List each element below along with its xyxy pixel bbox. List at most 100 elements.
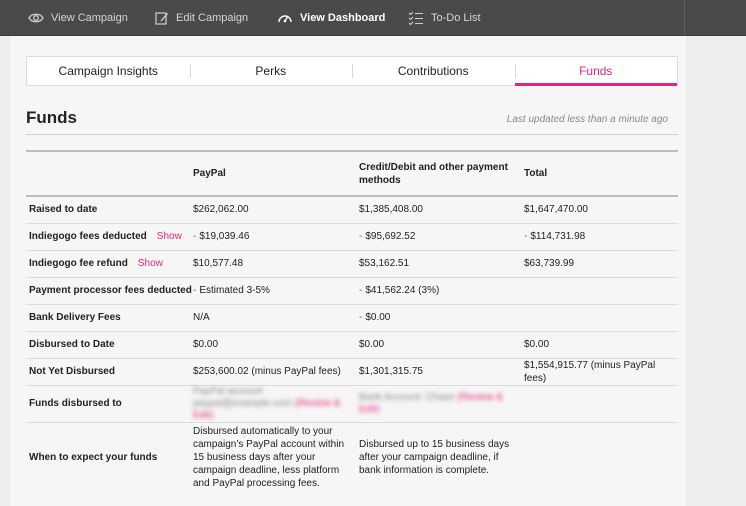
header-paypal: PayPal [193,168,226,179]
when-paypal-line: campaign deadline, less platform [193,464,340,476]
cell-bank-paypal: N/A [193,312,210,323]
cell-fees-paypal: $19,039.46 [199,231,250,242]
row-label-when: When to expect your funds [29,451,158,463]
table-row-processor: Payment processor fees deducted - Estimat… [26,277,678,304]
cell-fees-credit-cell: - $95,692.52 [359,223,524,250]
row-label-disbursed-to: Funds disbursed to [29,398,122,409]
edit-icon [155,11,169,25]
bank-account-line1: Bank Account: Chase [359,391,455,403]
minus-icon: - [193,231,197,242]
topbar-divider [684,0,685,36]
table-row-bank: Bank Delivery Fees N/A - $0.00 [26,304,678,331]
when-credit-line: bank information is complete. [359,464,490,476]
table-row-when: When to expect your funds Disbursed auto… [26,422,678,492]
tab-funds[interactable]: Funds [514,57,678,86]
table-row-not-yet: Not Yet Disbursed $253,600.02 (minus Pay… [26,358,678,385]
row-label-fees-cell: Indiegogo fees deducted Show [26,223,193,250]
cell-refund-total: $63,739.99 [524,258,575,269]
view-dashboard-label: View Dashboard [300,11,386,24]
table-row-refund: Indiegogo fee refund Show $10,577.48 $53,… [26,250,678,277]
cell-refund-credit: $53,162.51 [359,258,410,269]
bank-account-redacted: Bank Account: Chase (Review & Edit) [359,392,524,416]
row-label-refund-cell: Indiegogo fee refund Show [26,250,193,277]
cell-processor-credit: $41,562.24 (3%) [365,285,440,296]
cell-disbursed-paypal: $0.00 [193,339,219,350]
cell-bank-credit: $0.00 [365,312,391,323]
cell-disbursed-credit: $0.00 [359,339,385,350]
cell-bank-credit-cell: - $0.00 [359,304,524,331]
tab-campaign-insights[interactable]: Campaign Insights [27,57,190,85]
cell-when-paypal: Disbursed automatically to your campaign… [193,422,359,492]
tab-perks[interactable]: Perks [189,57,353,85]
cell-fees-total: $114,731.98 [530,231,586,242]
table-header-row: PayPal Credit/Debit and other payment me… [26,151,678,196]
page-title: Funds [26,108,77,127]
header-empty [26,151,193,196]
cell-disbursed-total: $0.00 [524,339,550,350]
row-label-refund: Indiegogo fee refund [29,258,128,269]
view-campaign-label: View Campaign [51,11,128,24]
when-paypal-line: campaign’s PayPal account within [193,438,345,450]
view-dashboard-link[interactable]: View Dashboard [277,0,385,35]
cell-raised-total: $1,647,470.00 [524,204,588,216]
paypal-account-line1: PayPal account [193,385,263,397]
when-paypal-line: and PayPal processing fees. [193,477,320,489]
minus-icon: - [359,312,363,323]
top-nav-bar: View Campaign Edit Campaign View Dashboa… [0,0,746,36]
dashboard-tabs: Campaign Insights Perks Contributions Fu… [26,56,678,86]
header-total: Total [524,168,548,179]
view-campaign-link[interactable]: View Campaign [28,0,128,35]
cell-raised-credit: $1,385,408.00 [359,204,423,216]
row-label-processor: Payment processor fees deducted [29,285,192,296]
eye-icon [28,12,44,24]
row-label-raised: Raised to date [29,204,98,216]
cell-disbursed-to-paypal: PayPal account paypal@example.com (Revie… [193,385,359,422]
row-label-disbursed: Disbursed to Date [29,339,115,350]
last-updated-text: Last updated less than a minute ago [506,114,668,125]
cell-when-total [524,422,678,492]
dashboard-gauge-icon [277,11,293,25]
table-row-raised: Raised to date $262,062.00 $1,385,408.00… [26,196,678,223]
cell-refund-paypal: $10,577.48 [193,258,244,269]
cell-when-credit: Disbursed up to 15 business days after y… [359,422,524,492]
cell-processor-paypal-cell: - Estimated 3-5% [193,277,359,304]
table-row-disbursed: Disbursed to Date $0.00 $0.00 $0.00 [26,331,678,358]
when-credit-line: Disbursed up to 15 business days [359,438,510,450]
table-row-disbursed-to: Funds disbursed to PayPal account paypal… [26,385,678,422]
tab-contributions[interactable]: Contributions [352,57,515,85]
when-paypal-line: 15 business days after your [193,451,316,463]
todo-list-label: To-Do List [431,11,481,24]
row-label-fees: Indiegogo fees deducted [29,231,147,242]
minus-icon: - [359,285,363,296]
table-row-fees: Indiegogo fees deducted Show - $19,039.46 … [26,223,678,250]
funds-table: PayPal Credit/Debit and other payment me… [26,150,678,492]
cell-raised-paypal: $262,062.00 [193,204,249,216]
paypal-account-redacted: PayPal account paypal@example.com (Revie… [193,386,359,422]
cell-fees-total-cell: - $114,731.98 [524,223,678,250]
edit-campaign-link[interactable]: Edit Campaign [155,0,248,35]
cell-processor-credit-cell: - $41,562.24 (3%) [359,277,524,304]
when-paypal-line: Disbursed automatically to your [193,425,333,437]
cell-not-yet-credit: $1,301,315.75 [359,366,423,377]
row-label-bank: Bank Delivery Fees [29,312,121,323]
header-credit: Credit/Debit and other payment methods [359,151,524,196]
cell-processor-total [524,277,678,304]
minus-icon: - [524,231,528,242]
checklist-icon [408,11,424,25]
cell-disbursed-to-credit: Bank Account: Chase (Review & Edit) [359,385,524,422]
todo-list-link[interactable]: To-Do List [408,0,481,35]
edit-campaign-label: Edit Campaign [176,11,249,24]
cell-fees-paypal-cell: - $19,039.46 [193,223,359,250]
cell-bank-total [524,304,678,331]
cell-fees-credit: $95,692.52 [365,231,416,242]
cell-not-yet-paypal: $253,600.02 (minus PayPal fees) [193,366,341,377]
cell-disbursed-to-total [524,385,678,422]
paypal-account-line2: paypal@example.com [193,397,293,409]
refund-show-link[interactable]: Show [138,258,163,269]
fees-show-link[interactable]: Show [157,231,182,242]
cell-not-yet-total: $1,554,915.77 (minus PayPal fees) [524,359,656,384]
row-label-not-yet: Not Yet Disbursed [29,366,115,377]
when-credit-line: after your campaign deadline, if [359,451,499,463]
header-credit-line1: Credit/Debit and other payment [359,161,508,173]
minus-icon: - [193,285,197,296]
